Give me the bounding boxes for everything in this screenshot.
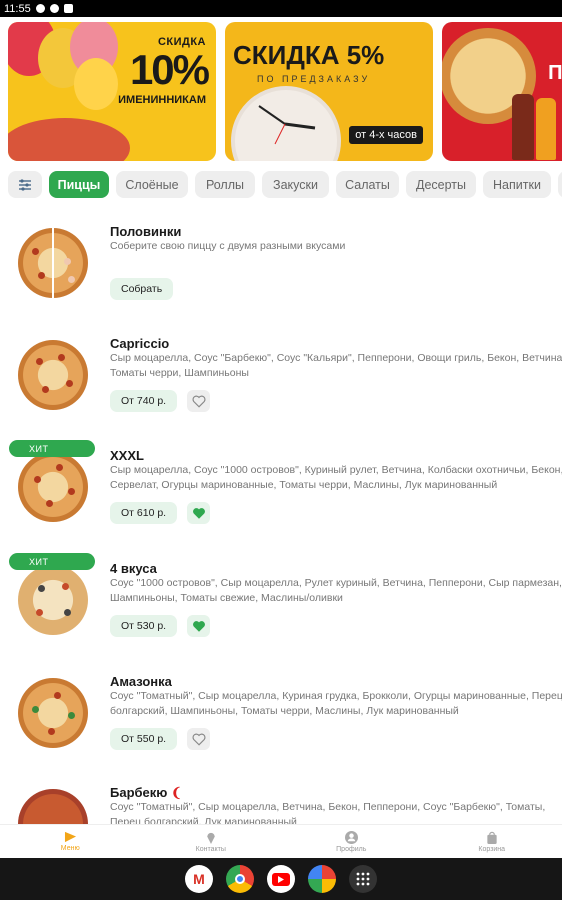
chili-icon: ❨ bbox=[171, 785, 182, 800]
heart-outline-icon bbox=[192, 733, 205, 746]
favorite-button[interactable] bbox=[187, 728, 210, 750]
product-description: Соус "Томатный", Сыр моцарелла, Куриная … bbox=[110, 690, 562, 717]
tab-rolls[interactable]: Роллы bbox=[195, 171, 255, 198]
pizza-image bbox=[18, 340, 88, 410]
product-description: Соус "Томатный", Сыр моцарелла, Ветчина,… bbox=[110, 801, 546, 824]
banner-text: ПО ПРЕДЗАКАЗУ bbox=[257, 74, 371, 84]
chrome-icon[interactable] bbox=[226, 865, 254, 893]
banner-text: ПО bbox=[548, 62, 562, 84]
hit-badge: ХИТ bbox=[9, 440, 95, 457]
promo-banners[interactable]: СКИДКА 10% ИМЕНИННИКАМ СКИДКА 5% ПО ПРЕД… bbox=[8, 22, 562, 162]
heart-filled-icon bbox=[192, 620, 205, 632]
nav-cart[interactable]: Корзина bbox=[422, 825, 562, 858]
banner-text: СКИДКА 5% bbox=[233, 40, 385, 70]
product-title: Половинки bbox=[110, 224, 182, 239]
pizza-image bbox=[18, 228, 88, 298]
banner-text: 10% bbox=[129, 46, 210, 93]
app-drawer-icon[interactable] bbox=[349, 865, 377, 893]
product-title: XXXL bbox=[110, 448, 144, 463]
favorite-button[interactable] bbox=[187, 502, 210, 524]
product-description: Соберите свою пиццу с двумя разными вкус… bbox=[110, 240, 346, 252]
heart-filled-icon bbox=[192, 507, 205, 519]
favorite-button[interactable] bbox=[187, 615, 210, 637]
bottom-navigation: Меню Контакты Профиль Корзина bbox=[0, 824, 562, 858]
heart-outline-icon bbox=[192, 395, 205, 408]
settings-icon bbox=[35, 4, 45, 13]
tab-pizzas[interactable]: Пиццы bbox=[49, 171, 109, 198]
pizza-image bbox=[8, 118, 130, 161]
pizza-image bbox=[18, 452, 88, 522]
photos-icon[interactable] bbox=[308, 865, 336, 893]
location-pin-icon bbox=[207, 832, 215, 844]
system-taskbar: M bbox=[0, 858, 562, 900]
tab-more[interactable] bbox=[558, 171, 562, 198]
pizza-slice-icon bbox=[64, 831, 76, 843]
product-title: Барбекю ❨ bbox=[110, 785, 182, 800]
youtube-icon[interactable] bbox=[267, 865, 295, 893]
nav-profile[interactable]: Профиль bbox=[281, 825, 422, 858]
tab-desserts[interactable]: Десерты bbox=[406, 171, 476, 198]
price-button[interactable]: От 530 р. bbox=[110, 615, 178, 637]
nav-contacts[interactable]: Контакты bbox=[141, 825, 282, 858]
bottle-image bbox=[536, 98, 556, 160]
hit-badge: ХИТ bbox=[9, 553, 95, 570]
banner-birthday[interactable]: СКИДКА 10% ИМЕНИННИКАМ bbox=[8, 22, 216, 161]
tab-snacks[interactable]: Закуски bbox=[262, 171, 329, 198]
gmail-icon[interactable]: M bbox=[185, 865, 213, 893]
shield-icon bbox=[49, 4, 59, 13]
product-description: Сыр моцарелла, Соус "1000 островов", Кур… bbox=[110, 464, 562, 491]
status-time: 11:55 bbox=[4, 2, 31, 15]
category-tabs: Пиццы Слоёные Роллы Закуски Салаты Десер… bbox=[8, 171, 562, 199]
bottle-image bbox=[512, 94, 534, 160]
price-button[interactable]: От 610 р. bbox=[110, 502, 178, 524]
product-description: Соус "1000 островов", Сыр моцарелла, Рул… bbox=[110, 577, 562, 604]
tab-drinks[interactable]: Напитки bbox=[483, 171, 551, 198]
nav-menu[interactable]: Меню bbox=[0, 825, 141, 858]
assemble-button[interactable]: Собрать bbox=[110, 278, 174, 300]
sim-icon bbox=[63, 4, 73, 13]
product-title: Capriccio bbox=[110, 336, 170, 351]
price-button[interactable]: От 550 р. bbox=[110, 728, 178, 750]
clock-hands-image bbox=[258, 105, 316, 145]
tab-puff[interactable]: Слоёные bbox=[116, 171, 188, 198]
filter-icon bbox=[19, 178, 31, 191]
banner-text: от 4-х часов bbox=[349, 126, 423, 144]
shopping-bag-icon bbox=[487, 831, 497, 844]
pizza-image bbox=[18, 565, 88, 635]
pizza-image bbox=[18, 678, 88, 748]
favorite-button[interactable] bbox=[187, 390, 210, 412]
pizza-image bbox=[18, 789, 88, 824]
filter-button[interactable] bbox=[8, 171, 42, 198]
status-bar: 11:55 bbox=[0, 0, 562, 17]
banner-combo[interactable]: ПО bbox=[442, 22, 562, 161]
balloon-decoration bbox=[74, 58, 118, 110]
banner-text: ИМЕНИННИКАМ bbox=[118, 94, 206, 106]
tab-salads[interactable]: Салаты bbox=[336, 171, 399, 198]
profile-icon bbox=[344, 830, 358, 844]
product-title: Амазонка bbox=[110, 674, 172, 689]
product-description: Сыр моцарелла, Соус "Барбекю", Соус "Кал… bbox=[110, 352, 562, 379]
product-title: 4 вкуса bbox=[110, 561, 157, 576]
price-button[interactable]: От 740 р. bbox=[110, 390, 178, 412]
product-list: Половинки Соберите свою пиццу с двумя ра… bbox=[0, 206, 562, 824]
banner-preorder[interactable]: СКИДКА 5% ПО ПРЕДЗАКАЗУ от 4-х часов bbox=[225, 22, 433, 161]
